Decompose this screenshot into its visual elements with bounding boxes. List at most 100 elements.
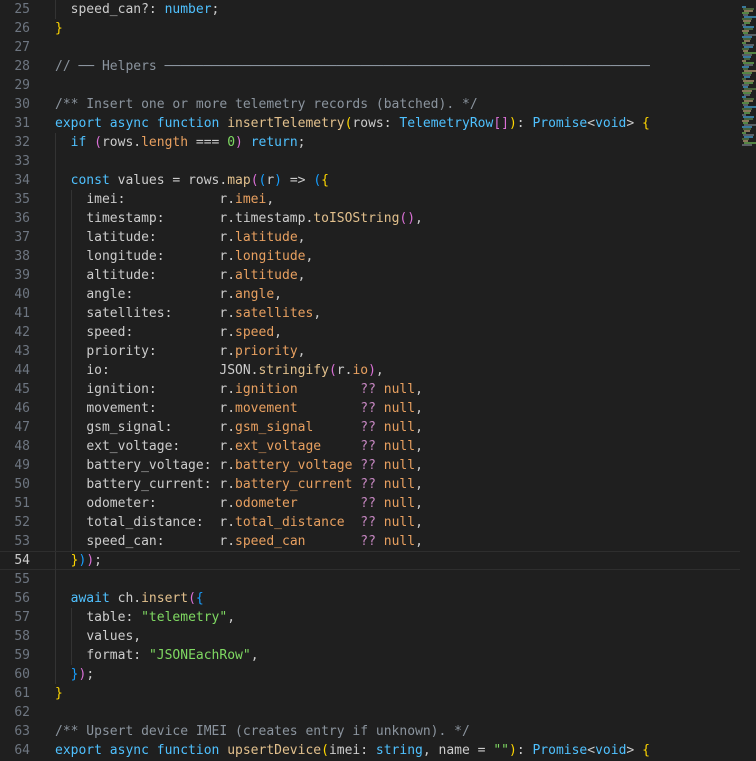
code-token: battery_voltage [235, 458, 361, 473]
line-code[interactable]: } [55, 684, 63, 703]
code-token: , [266, 192, 275, 207]
line-code[interactable]: movement: r.movement ?? null, [86, 399, 423, 418]
code-line[interactable]: 34 const values = rows.map((r) => ({ [0, 171, 740, 190]
code-line[interactable]: 55 [0, 570, 740, 589]
indent-guide [55, 437, 56, 456]
line-number: 62 [14, 705, 30, 720]
code-line[interactable]: 36 timestamp: r.timestamp.toISOString(), [0, 209, 740, 228]
line-code[interactable]: await ch.insert({ [71, 589, 204, 608]
code-line[interactable]: 56 await ch.insert({ [0, 589, 740, 608]
line-code[interactable]: const values = rows.map((r) => ({ [71, 171, 329, 190]
line-code[interactable]: altitude: r.altitude, [86, 266, 305, 285]
code-line[interactable]: 38 longitude: r.longitude, [0, 247, 740, 266]
code-editor[interactable]: 25 speed_can?: number; 26} 27 28 // ── Helper… [0, 0, 756, 761]
indent-guide [55, 0, 56, 19]
line-code[interactable]: /** Upsert device IMEI (creates entry if… [55, 722, 470, 741]
code-line[interactable]: 53 speed_can: r.speed_can ?? null, [0, 532, 740, 551]
line-code[interactable]: ext_voltage: r.ext_voltage ?? null, [86, 437, 423, 456]
code-line[interactable]: 51 odometer: r.odometer ?? null, [0, 494, 740, 513]
code-line[interactable]: 28 // ── Helpers ────────────────────────… [0, 57, 740, 76]
code-line[interactable]: 64 export async function upsertDevice(ime… [0, 741, 740, 760]
code-line[interactable]: 40 angle: r.angle, [0, 285, 740, 304]
line-code[interactable]: table: "telemetry", [86, 608, 235, 627]
line-code[interactable]: odometer: r.odometer ?? null, [86, 494, 423, 513]
code-line[interactable]: 61} [0, 684, 740, 703]
code-line[interactable]: 27 [0, 38, 740, 57]
code-line[interactable]: 33 [0, 152, 740, 171]
code-line[interactable]: 25 speed_can?: number; [0, 0, 740, 19]
line-code[interactable]: /** Insert one or more telemetry records… [55, 95, 478, 114]
code-line[interactable]: 60}); [0, 665, 740, 684]
indent-guide [70, 247, 72, 266]
code-line[interactable]: 44 io: JSON.stringify(r.io), [0, 361, 740, 380]
line-code[interactable]: export async function upsertDevice(imei:… [55, 741, 650, 760]
minimap[interactable] [740, 0, 756, 761]
code-line[interactable]: 30 /** Insert one or more telemetry recor… [0, 95, 740, 114]
code-token: io: JSON. [86, 363, 259, 378]
code-line[interactable]: 35 imei: r.imei, [0, 190, 740, 209]
line-number: 50 [14, 477, 30, 492]
indent-guide [55, 190, 56, 209]
line-code[interactable]: angle: r.angle, [86, 285, 282, 304]
code-line[interactable]: 47 gsm_signal: r.gsm_signal ?? null, [0, 418, 740, 437]
code-token: speed: r. [86, 325, 236, 340]
line-code[interactable]: }); [71, 665, 94, 684]
line-code[interactable]: gsm_signal: r.gsm_signal ?? null, [86, 418, 423, 437]
line-code[interactable]: battery_voltage: r.battery_voltage ?? nu… [86, 456, 423, 475]
line-code[interactable]: if (rows.length === 0) return; [71, 133, 306, 152]
line-code[interactable]: speed_can?: number; [71, 0, 220, 19]
line-code[interactable]: priority: r.priority, [86, 342, 305, 361]
code-line[interactable]: 41 satellites: r.satellites, [0, 304, 740, 323]
line-code[interactable]: timestamp: r.timestamp.toISOString(), [86, 209, 423, 228]
code-line[interactable]: 43 priority: r.priority, [0, 342, 740, 361]
code-line[interactable]: 46 movement: r.movement ?? null, [0, 399, 740, 418]
line-code[interactable]: // ── Helpers ──────────────────────────… [55, 57, 650, 76]
line-code[interactable]: ignition: r.ignition ?? null, [86, 380, 423, 399]
line-code[interactable]: })); [71, 552, 102, 569]
code-line[interactable]: 39 altitude: r.altitude, [0, 266, 740, 285]
line-number: 28 [14, 59, 30, 74]
code-lines[interactable]: 25 speed_can?: number; 26} 27 28 // ── Helper… [0, 0, 740, 760]
line-code[interactable]: io: JSON.stringify(r.io), [86, 361, 383, 380]
code-token: insertTelemetry [227, 116, 345, 131]
code-line[interactable]: 42 speed: r.speed, [0, 323, 740, 342]
indent-guide [55, 627, 56, 646]
line-code[interactable]: format: "JSONEachRow", [86, 646, 258, 665]
code-token: stringify [258, 363, 329, 378]
line-code[interactable]: speed_can: r.speed_can ?? null, [86, 532, 423, 551]
code-line[interactable]: 50 battery_current: r.battery_current ?? … [0, 475, 740, 494]
code-line[interactable]: 49 battery_voltage: r.battery_voltage ?? … [0, 456, 740, 475]
line-number: 44 [14, 363, 30, 378]
code-line[interactable]: 26} [0, 19, 740, 38]
line-code[interactable]: } [55, 19, 63, 38]
code-line[interactable]: 54})); [0, 551, 740, 571]
code-token: > [626, 743, 643, 758]
line-code[interactable]: speed: r.speed, [86, 323, 282, 342]
code-line[interactable]: 58 values, [0, 627, 740, 646]
code-line[interactable]: 37 latitude: r.latitude, [0, 228, 740, 247]
code-token: latitude: r. [86, 230, 236, 245]
code-line[interactable]: 48 ext_voltage: r.ext_voltage ?? null, [0, 437, 740, 456]
code-line[interactable]: 31 export async function insertTelemetry(… [0, 114, 740, 133]
line-code[interactable]: latitude: r.latitude, [86, 228, 305, 247]
line-code[interactable]: satellites: r.satellites, [86, 304, 321, 323]
indent-guide [55, 552, 56, 571]
code-line[interactable]: 45 ignition: r.ignition ?? null, [0, 380, 740, 399]
code-token: null [383, 477, 416, 492]
line-code[interactable]: longitude: r.longitude, [86, 247, 313, 266]
line-number: 54 [14, 553, 30, 568]
code-line[interactable]: 29 [0, 76, 740, 95]
code-line[interactable]: 32 if (rows.length === 0) return; [0, 133, 740, 152]
code-line[interactable]: 57 table: "telemetry", [0, 608, 740, 627]
code-line[interactable]: 52 total_distance: r.total_distance ?? nu… [0, 513, 740, 532]
line-code[interactable]: imei: r.imei, [86, 190, 274, 209]
code-token: ; [297, 135, 306, 150]
line-code[interactable]: export async function insertTelemetry(ro… [55, 114, 650, 133]
code-token: null [383, 515, 416, 530]
code-line[interactable]: 63 /** Upsert device IMEI (creates entry … [0, 722, 740, 741]
code-line[interactable]: 62 [0, 703, 740, 722]
code-line[interactable]: 59 format: "JSONEachRow", [0, 646, 740, 665]
line-code[interactable]: battery_current: r.battery_current ?? nu… [86, 475, 423, 494]
line-code[interactable]: total_distance: r.total_distance ?? null… [86, 513, 423, 532]
line-code[interactable]: values, [86, 627, 141, 646]
